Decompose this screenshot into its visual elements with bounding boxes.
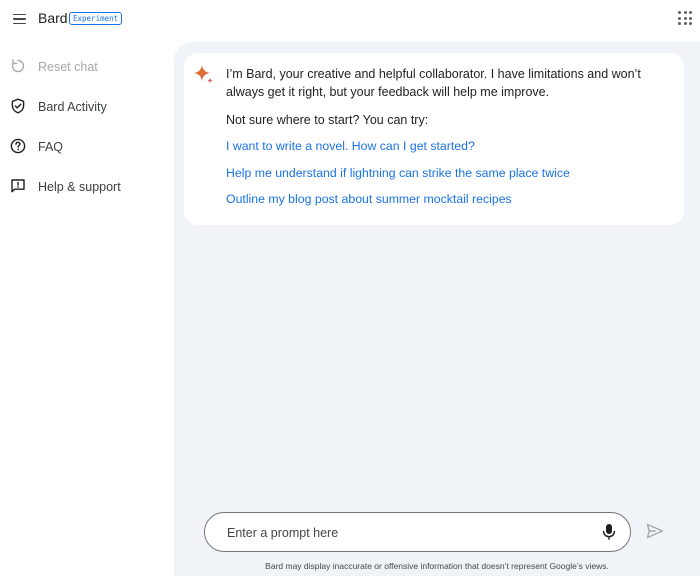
sidebar-item-label: Bard Activity bbox=[38, 100, 107, 114]
reset-chat-button[interactable]: Reset chat bbox=[0, 48, 165, 84]
apps-grid-icon[interactable] bbox=[678, 11, 692, 25]
sidebar-item-bard-activity[interactable]: Bard Activity bbox=[0, 88, 165, 124]
sparkle-icon bbox=[194, 65, 213, 84]
prompt-input[interactable] bbox=[227, 524, 587, 542]
microphone-icon[interactable] bbox=[602, 523, 616, 541]
assistant-message-card: I’m Bard, your creative and helpful coll… bbox=[184, 53, 684, 225]
sidebar-item-label: FAQ bbox=[38, 140, 64, 154]
suggestions-heading: Not sure where to start? You can try: bbox=[226, 113, 429, 127]
experiment-badge: Experiment bbox=[69, 12, 123, 25]
assistant-intro-text: I’m Bard, your creative and helpful coll… bbox=[226, 67, 641, 99]
app-title: Bard bbox=[38, 10, 68, 26]
suggestion-link[interactable]: Help me understand if lightning can stri… bbox=[226, 166, 570, 180]
suggestion-link[interactable]: Outline my blog post about summer mockta… bbox=[226, 192, 512, 206]
sidebar-item-label: Help & support bbox=[38, 180, 121, 194]
suggestion-link[interactable]: I want to write a novel. How can I get s… bbox=[226, 139, 475, 153]
hamburger-menu-icon[interactable] bbox=[8, 8, 30, 30]
sidebar-item-faq[interactable]: FAQ bbox=[0, 128, 165, 164]
sidebar-item-help-support[interactable]: Help & support bbox=[0, 168, 165, 204]
help-circle-icon bbox=[10, 138, 26, 154]
disclaimer-text: Bard may display inaccurate or offensive… bbox=[265, 561, 609, 571]
feedback-icon bbox=[11, 179, 25, 193]
prompt-box bbox=[204, 512, 631, 552]
shield-icon bbox=[11, 98, 25, 114]
chat-panel: I’m Bard, your creative and helpful coll… bbox=[174, 42, 700, 576]
top-app-bar: Bard Experiment bbox=[0, 0, 700, 38]
send-icon[interactable] bbox=[646, 523, 664, 539]
reset-icon bbox=[11, 59, 25, 73]
sidebar-item-label: Reset chat bbox=[38, 60, 98, 74]
